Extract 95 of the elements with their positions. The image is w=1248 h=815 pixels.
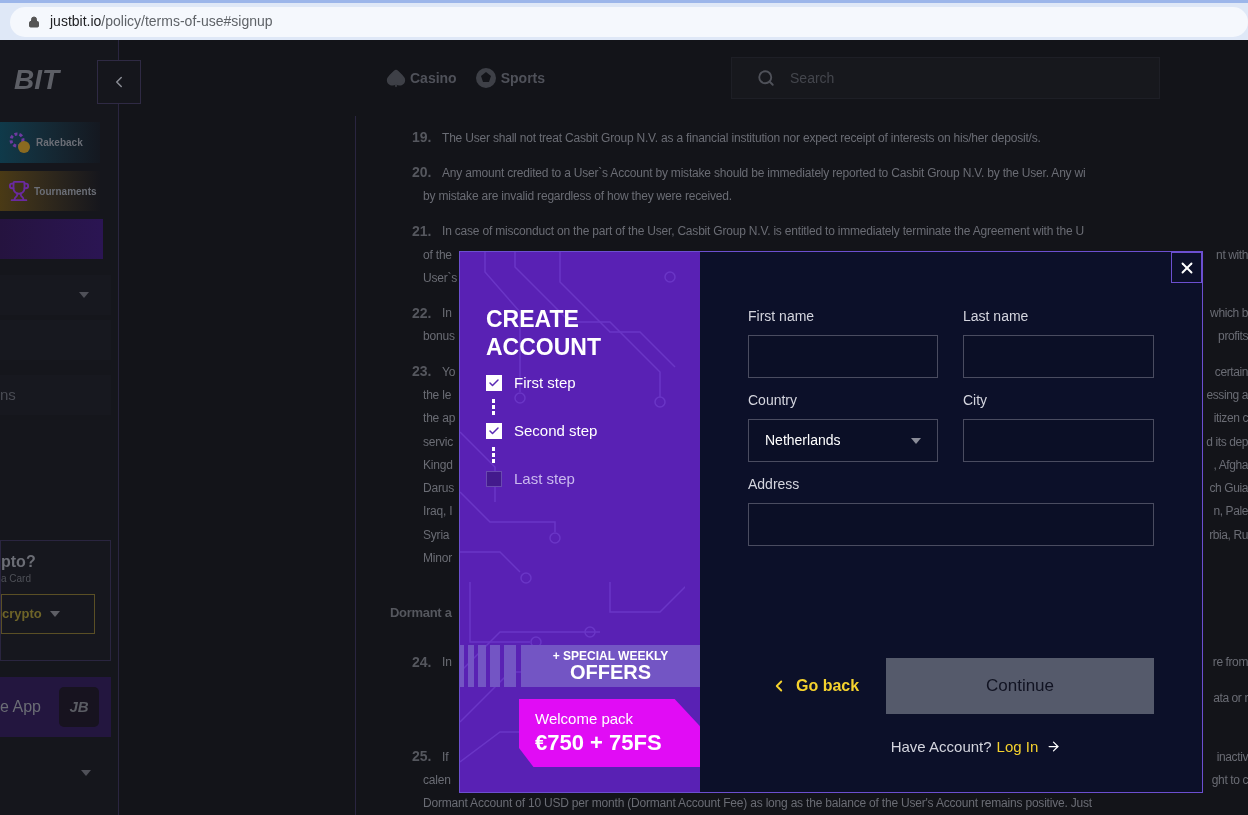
terms-text: essing a (1206, 387, 1248, 404)
terms-text: by mistake are invalid regardless of how they were received. (423, 188, 732, 206)
crypto-title: pto? (1, 553, 37, 571)
field-label: Country (748, 391, 799, 410)
terms-text: nt with (1216, 246, 1248, 264)
logo: BIT (13, 66, 62, 94)
terms-text: Any amount credited to a User`s Account by mistake should be immediately reported to Casbit Group N.V. by the User. Any wi (442, 164, 1086, 182)
welcome-label: Welcome pack (535, 709, 635, 729)
terms-text: ata or r (1213, 689, 1248, 707)
clause-number: 24. (412, 652, 433, 672)
collapse-sidebar-button[interactable] (97, 60, 141, 104)
terms-text: re from (1212, 654, 1248, 672)
promo-label: Tournaments (34, 184, 97, 199)
close-button[interactable] (1171, 252, 1202, 283)
clause-number: 25. (412, 747, 433, 767)
terms-text: inactiv (1216, 748, 1248, 766)
clause-number: 23. (412, 362, 433, 382)
app-label: e App (0, 697, 41, 717)
terms-text: Minor (423, 549, 452, 567)
clause-number: 20. (412, 163, 433, 183)
welcome-amount: €750 + 75FS (535, 728, 663, 757)
terms-text: servic (423, 433, 454, 451)
input-field[interactable] (963, 419, 1154, 462)
offers-kicker: + SPECIAL WEEKLY (552, 650, 669, 662)
caret-icon (911, 437, 921, 444)
trophy-icon (8, 180, 30, 202)
go-back-button[interactable]: Go back (770, 673, 860, 698)
continue-button[interactable]: Continue (886, 657, 1154, 714)
country-select[interactable]: Netherlands (748, 419, 938, 462)
search-icon (757, 69, 776, 87)
terms-text: rbia, Ru (1209, 526, 1248, 544)
field-label: First name (748, 307, 816, 326)
caret-icon (49, 611, 60, 617)
terms-text: which b (1210, 305, 1248, 323)
terms-text: the le (423, 387, 452, 404)
terms-text: Syria (423, 526, 450, 544)
input-field[interactable] (963, 335, 1154, 378)
terms-text: bonus (423, 328, 455, 346)
input-field[interactable] (748, 503, 1154, 546)
terms-text: In case of misconduct on the part of the User, Casbit Group N.V. is entitled to immediately terminate the Agreement with the U (442, 223, 1085, 241)
terms-text: Kingd (423, 456, 453, 474)
log-in-link[interactable]: Log In (996, 735, 1062, 758)
section-heading: Dormant a (390, 604, 452, 623)
field-label: City (963, 391, 989, 410)
field-label: Address (748, 475, 801, 494)
buy-crypto-button[interactable]: crypto (1, 594, 95, 634)
terms-text: In (442, 654, 452, 672)
offers-title: OFFERS (569, 662, 652, 682)
terms-text: If (442, 748, 449, 766)
input-field[interactable] (748, 335, 938, 378)
terms-text: profits (1218, 328, 1248, 346)
dotted-connector (492, 447, 495, 463)
terms-text: ght to c (1211, 772, 1248, 790)
step-label: Second step (514, 420, 598, 441)
nav-link[interactable]: Casino (386, 67, 457, 89)
terms-text: d its dep (1206, 433, 1248, 451)
terms-text: ch Guia (1209, 480, 1248, 498)
terms-text: calen (423, 772, 451, 790)
field-label: Last name (963, 307, 1030, 326)
terms-text: Iraq, I (423, 503, 453, 521)
clause-number: 21. (412, 221, 433, 241)
nav-link[interactable]: Sports (474, 67, 546, 89)
caret-icon (79, 292, 89, 298)
terms-text: the ap (423, 410, 456, 428)
terms-text: certain (1214, 363, 1248, 381)
terms-text: User`s (423, 269, 458, 287)
step-label: Last step (514, 468, 575, 489)
spade-icon (386, 68, 406, 88)
arrow-right-icon (1046, 739, 1062, 755)
dialog-title: CREATE ACCOUNT (486, 305, 602, 361)
dotted-connector (492, 399, 495, 415)
terms-text: , Afgha (1213, 456, 1248, 474)
address-bar[interactable]: justbit.io/policy/terms-of-use#signup (10, 6, 1248, 37)
clause-number: 22. (412, 303, 433, 323)
app-banner[interactable]: e App JB (0, 677, 111, 737)
terms-text: In (442, 305, 452, 323)
gear-coin-icon (8, 130, 32, 155)
terms-text: n, Pale (1213, 503, 1248, 521)
lock-icon (28, 15, 40, 28)
terms-text: The User shall not treat Casbit Group N.V. as a financial institution nor expect receipt of interests on his/her deposit/s. (442, 129, 1041, 147)
terms-text: Dormant Account of 10 USD per month (Dormant Account Fee) as long as the balance of the User's Account remains positive. Just (423, 795, 1092, 813)
app-logo-icon: JB (59, 687, 99, 727)
promo-label: Rakeback (36, 136, 83, 150)
login-prompt: Have Account? (890, 736, 992, 757)
terms-text: itizen c (1213, 410, 1248, 428)
ball-icon (474, 67, 497, 89)
terms-text: Darus (423, 480, 454, 498)
promo-card[interactable]: Tournaments (0, 171, 100, 211)
clause-number: 19. (412, 128, 433, 148)
terms-text: of the (423, 246, 452, 264)
terms-text: Yo (442, 363, 456, 381)
step-label: First step (514, 372, 576, 393)
url-text: justbit.io/policy/terms-of-use#signup (50, 12, 273, 31)
caret-icon (81, 770, 91, 776)
promo-card[interactable]: Rakeback (0, 122, 100, 163)
